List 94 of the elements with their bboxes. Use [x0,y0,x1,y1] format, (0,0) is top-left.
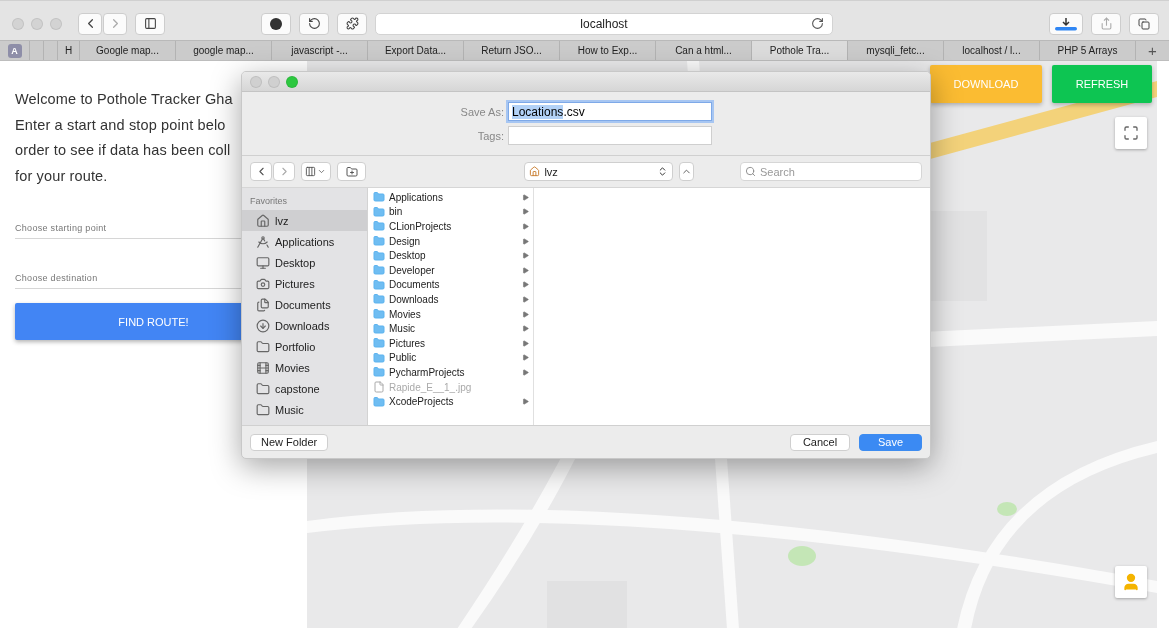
view-options-button[interactable] [301,162,331,181]
file-row[interactable]: XcodeProjects [368,394,533,409]
back-button[interactable] [78,12,102,35]
file-row[interactable]: Desktop [368,248,533,263]
tags-field[interactable] [508,126,712,145]
documents-icon [256,297,270,312]
monitor-icon [256,255,270,270]
folder-icon [373,351,385,364]
filename-field[interactable]: Locations.csv [508,102,712,121]
sidebar-item[interactable]: lvz [242,210,367,231]
puzzle-icon [345,17,359,30]
forward-button[interactable] [103,12,127,35]
house-icon [256,213,270,228]
downloads-button[interactable] [1049,12,1083,35]
collapse-button[interactable] [678,162,694,181]
file-row[interactable]: Pictures [368,335,533,351]
folder-icon [373,366,385,379]
fullscreen-icon [1123,125,1139,141]
folder-icon [373,249,385,262]
folder-icon [373,337,385,350]
sidebar-item[interactable]: Music [242,399,367,420]
file-row[interactable]: PycharmProjects [368,365,533,380]
address-bar[interactable]: localhost [375,12,833,35]
welcome-text: Welcome to Pothole Tracker Gha Enter a start and stop point belo order to see if data has been coll for your route. [15,90,233,186]
download-progress-icon [1053,16,1079,31]
search-icon [745,166,756,177]
film-icon [256,360,270,375]
close-window-icon[interactable] [12,17,24,30]
zoom-window-icon[interactable] [286,75,298,88]
folder-plus-icon [345,165,358,178]
folder-icon [256,402,270,417]
sidebar-item[interactable]: Movies [242,357,367,378]
sidebar-icon [143,17,157,30]
new-tab-button[interactable]: + [1136,41,1169,60]
folder-icon [373,264,385,277]
zoom-window-icon[interactable] [50,17,62,30]
reload-icon[interactable] [811,16,824,30]
tabs-overview-button[interactable] [1129,12,1159,35]
extension-button[interactable] [337,12,367,35]
disclosure-icon [522,398,529,406]
folder-icon [373,308,385,321]
chevron-down-icon [317,167,327,176]
street-view-button[interactable] [1115,566,1147,598]
folder-icon [373,235,385,248]
folder-icon [373,278,385,291]
folder-icon [373,220,385,233]
file-row[interactable]: Applications [368,190,533,205]
browser-tab[interactable]: Pothole Tra... [752,41,848,60]
minimize-window-icon[interactable] [31,17,43,30]
minimize-window-icon[interactable] [268,75,280,88]
file-row[interactable]: CLionProjects [368,219,533,234]
folder-icon [373,322,385,335]
folder-icon [256,339,270,354]
file-row[interactable]: Design [368,233,533,249]
folder-icon [256,381,270,396]
sidebar-button[interactable] [135,12,165,35]
search-field[interactable]: Search [740,162,922,181]
share-icon [1099,17,1113,30]
favorites-heading: Favorites [249,196,288,206]
file-row[interactable]: Developer [368,262,533,278]
file-row[interactable]: Music [368,321,533,336]
sidebar-item[interactable]: capstone [242,378,367,399]
download-icon [256,318,270,333]
tags-label: Tags: [477,129,504,142]
person-icon [1121,572,1141,592]
save-as-label: Save As: [460,105,504,118]
file-row[interactable]: Public [368,350,533,366]
share-button[interactable] [1091,12,1121,35]
folder-icon [373,395,385,408]
file-row[interactable]: Movies [368,306,533,322]
forward-button[interactable] [273,162,295,181]
folder-icon [373,191,385,204]
extension-button[interactable] [261,12,291,35]
folder-icon [373,293,385,306]
file-icon [373,381,385,393]
file-row[interactable]: Downloads [368,292,533,307]
compass-icon [256,234,270,249]
file-row[interactable]: bin [368,204,533,220]
columns-icon [305,166,317,177]
back-button[interactable] [250,162,272,181]
new-folder-icon-button[interactable] [336,162,367,181]
camera-icon [256,276,270,291]
location-popup[interactable]: lvz [524,162,673,181]
fullscreen-button[interactable] [1115,117,1147,149]
cancel-button[interactable]: Cancel [790,433,850,451]
tabs-icon [1138,17,1150,30]
folder-icon [373,205,385,218]
file-row[interactable]: Documents [368,277,533,293]
house-icon [529,166,541,177]
new-folder-button[interactable]: New Folder [250,433,329,451]
undo-icon [307,17,321,30]
undo-button[interactable] [299,12,329,35]
close-window-icon[interactable] [250,75,262,88]
circle-icon [270,17,282,30]
